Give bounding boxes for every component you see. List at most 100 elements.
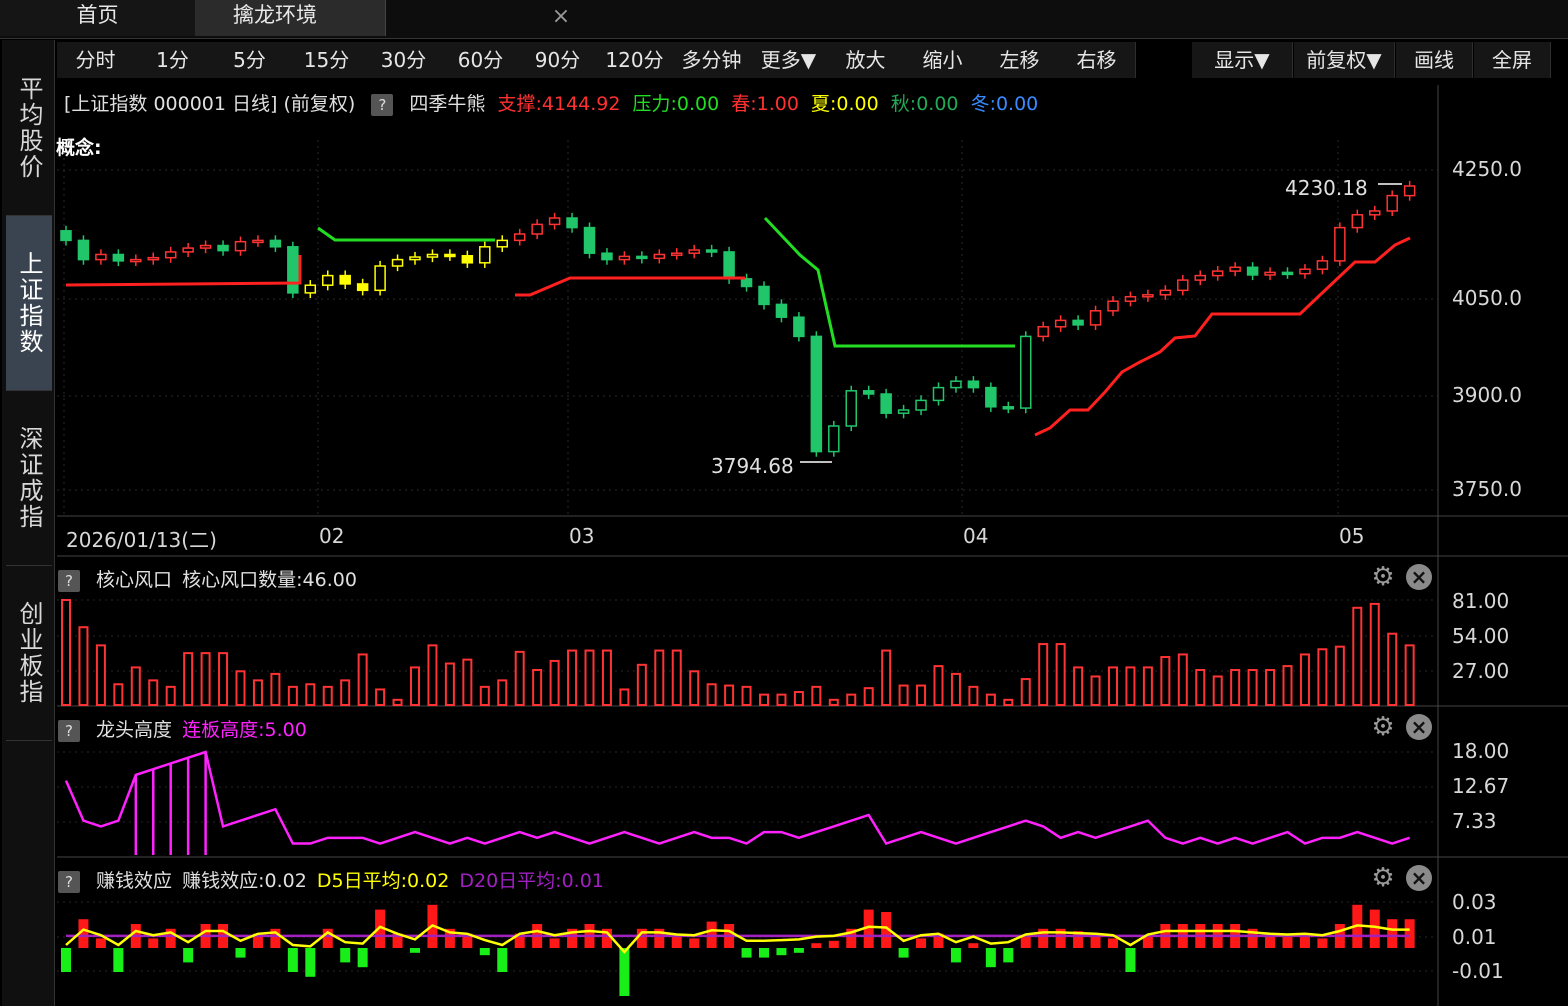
help-icon[interactable]: ? bbox=[58, 719, 80, 742]
hotspot-bar bbox=[601, 649, 612, 706]
candle-body bbox=[1351, 214, 1364, 229]
candle-body bbox=[409, 256, 421, 261]
panel-value: 连板高度:5.00 bbox=[182, 719, 307, 741]
money-effect-bar bbox=[357, 948, 368, 968]
candle-body bbox=[845, 390, 857, 427]
hotspot-bar bbox=[113, 683, 124, 707]
candle-body bbox=[1281, 271, 1294, 276]
candle-body bbox=[479, 246, 491, 264]
money-effect-bar bbox=[689, 938, 700, 948]
candle-body bbox=[1037, 326, 1049, 338]
hotspot-bar bbox=[200, 652, 211, 706]
money-effect-bar bbox=[1282, 936, 1293, 948]
hotspot-bar bbox=[1020, 678, 1031, 707]
money-effect-bar bbox=[95, 938, 106, 948]
hotspot-bar bbox=[78, 626, 89, 707]
hotspot-bar bbox=[1125, 666, 1136, 707]
hotspot-bar bbox=[671, 649, 682, 706]
money-effect-bar bbox=[671, 936, 682, 948]
hotspot-bar bbox=[270, 672, 281, 707]
candle-body bbox=[1264, 271, 1276, 276]
gear-icon[interactable]: ⚙ bbox=[1369, 713, 1397, 741]
money-effect-bar bbox=[776, 948, 787, 956]
hotspot-bar bbox=[514, 650, 525, 707]
hotspot-bar bbox=[95, 644, 106, 706]
hotspot-bar bbox=[933, 665, 944, 706]
candle-body bbox=[862, 390, 875, 395]
candle-body bbox=[356, 283, 369, 292]
hotspot-bar bbox=[1073, 666, 1084, 707]
d20-average: D20日平均:0.01 bbox=[459, 870, 604, 892]
hotspot-bar bbox=[1108, 666, 1118, 707]
hotspot-bar bbox=[340, 679, 351, 706]
date-month-05: 05 bbox=[1339, 524, 1365, 548]
hotspot-bar bbox=[584, 649, 595, 706]
hotspot-bar bbox=[1404, 644, 1415, 706]
hotspot-bar bbox=[619, 688, 630, 707]
gear-icon[interactable]: ⚙ bbox=[1369, 864, 1397, 892]
candle-body bbox=[1159, 289, 1172, 296]
money-effect-bar bbox=[1404, 919, 1415, 948]
money-effect-bar bbox=[741, 948, 752, 958]
candle-body bbox=[252, 239, 264, 244]
candle-body bbox=[1194, 274, 1206, 281]
hotspot-bar bbox=[724, 684, 735, 706]
hotspot-bar bbox=[968, 685, 979, 707]
money-effect-bar bbox=[183, 948, 194, 963]
hotspot-bar bbox=[1334, 645, 1345, 707]
money-effect-bar bbox=[1125, 948, 1136, 972]
candle-body bbox=[1403, 185, 1416, 197]
panel1-tick: 81.00 bbox=[1452, 589, 1510, 613]
hotspot-bar bbox=[1265, 669, 1276, 706]
price-tick-3900: 3900.0 bbox=[1452, 383, 1522, 407]
candle-body bbox=[950, 380, 962, 389]
hotspot-bar bbox=[1055, 643, 1066, 707]
help-icon[interactable]: ? bbox=[58, 569, 80, 592]
candle-body bbox=[1386, 194, 1398, 212]
hotspot-bar bbox=[444, 662, 455, 706]
money-effect-bar bbox=[950, 948, 961, 963]
candle-body bbox=[740, 278, 753, 288]
hotspot-bar bbox=[1247, 669, 1258, 706]
hotspot-bar bbox=[357, 653, 368, 707]
panel-title: 核心风口 bbox=[96, 569, 173, 591]
close-icon[interactable]: × bbox=[1406, 564, 1432, 590]
close-icon[interactable]: × bbox=[1406, 865, 1432, 891]
money-effect-bar bbox=[497, 948, 508, 972]
hotspot-bar bbox=[375, 688, 386, 707]
hotspot-bar bbox=[322, 685, 333, 707]
hotspot-bar bbox=[654, 649, 665, 706]
money-effect-bar bbox=[1369, 909, 1380, 948]
hotspot-bar bbox=[235, 670, 246, 707]
hotspot-bar bbox=[1160, 656, 1171, 707]
candle-body bbox=[374, 265, 386, 292]
date-month-03: 03 bbox=[569, 524, 595, 548]
money-effect-bar bbox=[61, 948, 71, 972]
hotspot-bar bbox=[1369, 602, 1380, 707]
d5-line bbox=[65, 923, 1410, 954]
hotspot-bar bbox=[479, 685, 490, 707]
hotspot-bar bbox=[61, 599, 71, 706]
gear-icon[interactable]: ⚙ bbox=[1369, 563, 1397, 591]
hotspot-bar bbox=[183, 652, 194, 706]
candle-body bbox=[234, 240, 247, 252]
hotspot-bar bbox=[410, 666, 420, 707]
candle-body bbox=[880, 393, 892, 414]
close-icon[interactable]: × bbox=[1406, 714, 1432, 740]
kline-chart-area[interactable] bbox=[0, 0, 1568, 1006]
money-effect-bar bbox=[549, 938, 560, 948]
low-price-label: 3794.68 bbox=[711, 454, 794, 478]
money-effect-bar bbox=[479, 948, 490, 956]
candle-body bbox=[601, 252, 613, 261]
panel-title: 龙头高度 bbox=[96, 719, 173, 741]
money-effect-bar bbox=[1317, 938, 1328, 948]
panel-leader-height-header: ? 龙头高度 连板高度:5.00 bbox=[58, 715, 307, 742]
candle-body bbox=[304, 284, 317, 294]
hotspot-bar bbox=[916, 684, 927, 706]
hotspot-bar bbox=[165, 685, 176, 707]
candle-body bbox=[985, 386, 997, 408]
hotspot-bar bbox=[898, 684, 909, 706]
candle-body bbox=[287, 246, 299, 294]
high-price-label: 4230.18 bbox=[1285, 176, 1368, 200]
help-icon[interactable]: ? bbox=[58, 870, 80, 893]
